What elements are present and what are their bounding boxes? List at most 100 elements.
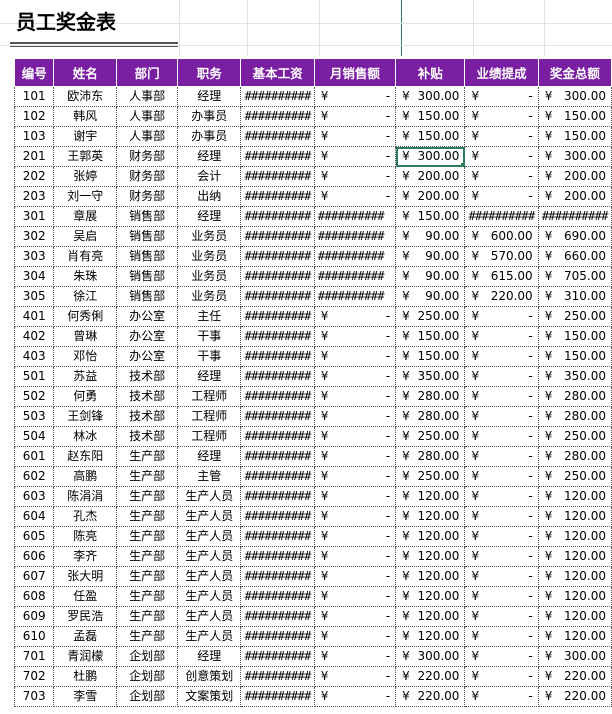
cell-role[interactable]: 业务员 [176, 246, 242, 267]
cell-allowance[interactable]: ¥250.00 [395, 426, 466, 447]
cell-role[interactable]: 办事员 [176, 126, 242, 147]
cell-monthly-sales[interactable]: ¥ - [313, 366, 397, 387]
cell-base-salary[interactable]: ########## [240, 566, 315, 587]
cell-monthly-sales[interactable]: ¥ - [313, 646, 397, 667]
cell-total-bonus[interactable]: ¥300.00 [537, 646, 612, 667]
cell-commission[interactable]: ¥ - [464, 546, 539, 567]
cell-role[interactable]: 经理 [176, 146, 242, 167]
cell-name[interactable]: 李雪 [53, 686, 118, 707]
cell-base-salary[interactable]: ########## [240, 206, 315, 227]
cell-monthly-sales[interactable]: ¥ - [313, 346, 397, 367]
cell-commission[interactable]: ¥ - [464, 626, 539, 647]
cell-role[interactable]: 干事 [176, 346, 242, 367]
cell-monthly-sales[interactable]: ¥ - [313, 326, 397, 347]
cell-base-salary[interactable]: ########## [240, 226, 315, 247]
cell-dept[interactable]: 企划部 [116, 666, 178, 687]
cell-id[interactable]: 201 [13, 146, 55, 167]
cell-id[interactable]: 202 [13, 166, 55, 187]
cell-dept[interactable]: 生产部 [116, 446, 178, 467]
cell-base-salary[interactable]: ########## [240, 386, 315, 407]
cell-commission[interactable]: ¥ - [464, 506, 539, 527]
cell-base-salary[interactable]: ########## [240, 426, 315, 447]
cell-id[interactable]: 604 [13, 506, 55, 527]
cell-allowance[interactable]: ¥220.00 [395, 666, 466, 687]
cell-name[interactable]: 曾琳 [53, 326, 118, 347]
header-commission[interactable]: 业绩提成 [464, 58, 539, 87]
cell-id[interactable]: 101 [13, 86, 55, 107]
cell-allowance[interactable]: ¥120.00 [395, 606, 466, 627]
cell-base-salary[interactable]: ########## [240, 146, 315, 167]
cell-base-salary[interactable]: ########## [240, 586, 315, 607]
cell-total-bonus[interactable]: ¥150.00 [537, 346, 612, 367]
cell-dept[interactable]: 技术部 [116, 406, 178, 427]
cell-base-salary[interactable]: ########## [240, 406, 315, 427]
cell-total-bonus[interactable]: ¥150.00 [537, 126, 612, 147]
cell-allowance[interactable]: ¥120.00 [395, 546, 466, 567]
cell-dept[interactable]: 人事部 [116, 86, 178, 107]
cell-allowance[interactable]: ¥200.00 [395, 166, 466, 187]
cell-name[interactable]: 罗民浩 [53, 606, 118, 627]
cell-id[interactable]: 403 [13, 346, 55, 367]
cell-total-bonus[interactable]: ¥220.00 [537, 686, 612, 707]
cell-commission[interactable]: ¥ - [464, 146, 539, 167]
cell-allowance[interactable]: ¥90.00 [395, 246, 466, 267]
cell-total-bonus[interactable]: ¥120.00 [537, 506, 612, 527]
cell-commission[interactable]: ¥ - [464, 686, 539, 707]
cell-base-salary[interactable]: ########## [240, 106, 315, 127]
cell-name[interactable]: 杜鹏 [53, 666, 118, 687]
cell-id[interactable]: 606 [13, 546, 55, 567]
cell-id[interactable]: 102 [13, 106, 55, 127]
cell-name[interactable]: 韩风 [53, 106, 118, 127]
cell-monthly-sales[interactable]: ########## [313, 286, 397, 307]
cell-allowance[interactable]: ¥220.00 [395, 686, 466, 707]
cell-commission[interactable]: ¥ - [464, 666, 539, 687]
cell-commission[interactable]: ¥ - [464, 386, 539, 407]
cell-monthly-sales[interactable]: ¥ - [313, 486, 397, 507]
cell-base-salary[interactable]: ########## [240, 526, 315, 547]
cell-base-salary[interactable]: ########## [240, 346, 315, 367]
cell-base-salary[interactable]: ########## [240, 86, 315, 107]
cell-role[interactable]: 生产人员 [176, 506, 242, 527]
cell-id[interactable]: 701 [13, 646, 55, 667]
cell-role[interactable]: 经理 [176, 646, 242, 667]
cell-total-bonus[interactable]: ########## [537, 206, 612, 227]
cell-dept[interactable]: 技术部 [116, 386, 178, 407]
cell-role[interactable]: 生产人员 [176, 546, 242, 567]
cell-dept[interactable]: 销售部 [116, 226, 178, 247]
cell-dept[interactable]: 技术部 [116, 426, 178, 447]
cell-allowance[interactable]: ¥120.00 [395, 566, 466, 587]
cell-monthly-sales[interactable]: ¥ - [313, 386, 397, 407]
cell-monthly-sales[interactable]: ########## [313, 266, 397, 287]
cell-id[interactable]: 609 [13, 606, 55, 627]
cell-name[interactable]: 陈涓涓 [53, 486, 118, 507]
cell-monthly-sales[interactable]: ########## [313, 226, 397, 247]
cell-name[interactable]: 赵东阳 [53, 446, 118, 467]
cell-allowance[interactable]: ¥280.00 [395, 446, 466, 467]
cell-role[interactable]: 工程师 [176, 426, 242, 447]
cell-total-bonus[interactable]: ¥120.00 [537, 486, 612, 507]
cell-role[interactable]: 生产人员 [176, 626, 242, 647]
cell-total-bonus[interactable]: ¥250.00 [537, 466, 612, 487]
cell-id[interactable]: 501 [13, 366, 55, 387]
cell-allowance[interactable]: ¥120.00 [395, 586, 466, 607]
cell-role[interactable]: 主任 [176, 306, 242, 327]
cell-total-bonus[interactable]: ¥300.00 [537, 146, 612, 167]
cell-commission[interactable]: ¥570.00 [464, 246, 539, 267]
cell-allowance[interactable]: ¥120.00 [395, 506, 466, 527]
cell-name[interactable]: 王郭英 [53, 146, 118, 167]
cell-id[interactable]: 603 [13, 486, 55, 507]
cell-base-salary[interactable]: ########## [240, 646, 315, 667]
cell-total-bonus[interactable]: ¥250.00 [537, 426, 612, 447]
cell-name[interactable]: 何秀俐 [53, 306, 118, 327]
cell-base-salary[interactable]: ########## [240, 246, 315, 267]
cell-name[interactable]: 张婷 [53, 166, 118, 187]
cell-dept[interactable]: 生产部 [116, 626, 178, 647]
cell-role[interactable]: 出纳 [176, 186, 242, 207]
cell-dept[interactable]: 生产部 [116, 526, 178, 547]
cell-base-salary[interactable]: ########## [240, 166, 315, 187]
cell-monthly-sales[interactable]: ¥ - [313, 506, 397, 527]
cell-name[interactable]: 李齐 [53, 546, 118, 567]
cell-dept[interactable]: 销售部 [116, 286, 178, 307]
sheet-title[interactable]: 员工奖金表 [10, 0, 178, 44]
cell-commission[interactable]: ¥ - [464, 526, 539, 547]
